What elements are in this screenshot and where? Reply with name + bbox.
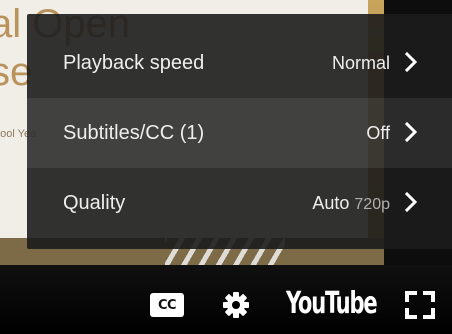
subtitles-icon[interactable]: CC — [150, 293, 184, 317]
youtube-logo[interactable]: YouTube — [286, 286, 378, 321]
menu-item-value: Off — [366, 122, 390, 143]
chevron-right-icon — [404, 122, 418, 142]
fullscreen-icon[interactable] — [404, 290, 436, 320]
cc-label: CC — [157, 297, 177, 313]
menu-item-value: Auto 720p — [312, 192, 390, 213]
chevron-right-icon — [404, 192, 418, 212]
menu-item-label: Playback speed — [63, 51, 205, 74]
menu-item-subtitles[interactable]: Subtitles/CC (1) Off — [27, 98, 452, 168]
menu-item-label: Subtitles/CC (1) — [63, 121, 205, 144]
settings-gear-icon[interactable] — [221, 290, 251, 320]
menu-item-value: Normal — [331, 52, 390, 73]
chevron-right-icon — [404, 52, 418, 72]
menu-item-quality[interactable]: Quality Auto 720p — [27, 168, 452, 238]
menu-item-playback-speed[interactable]: Playback speed Normal — [27, 28, 452, 98]
menu-item-value-sub: 720p — [354, 195, 390, 213]
settings-menu: Playback speed Normal Subtitles/CC (1) O… — [27, 14, 452, 249]
menu-item-label: Quality — [63, 191, 126, 214]
